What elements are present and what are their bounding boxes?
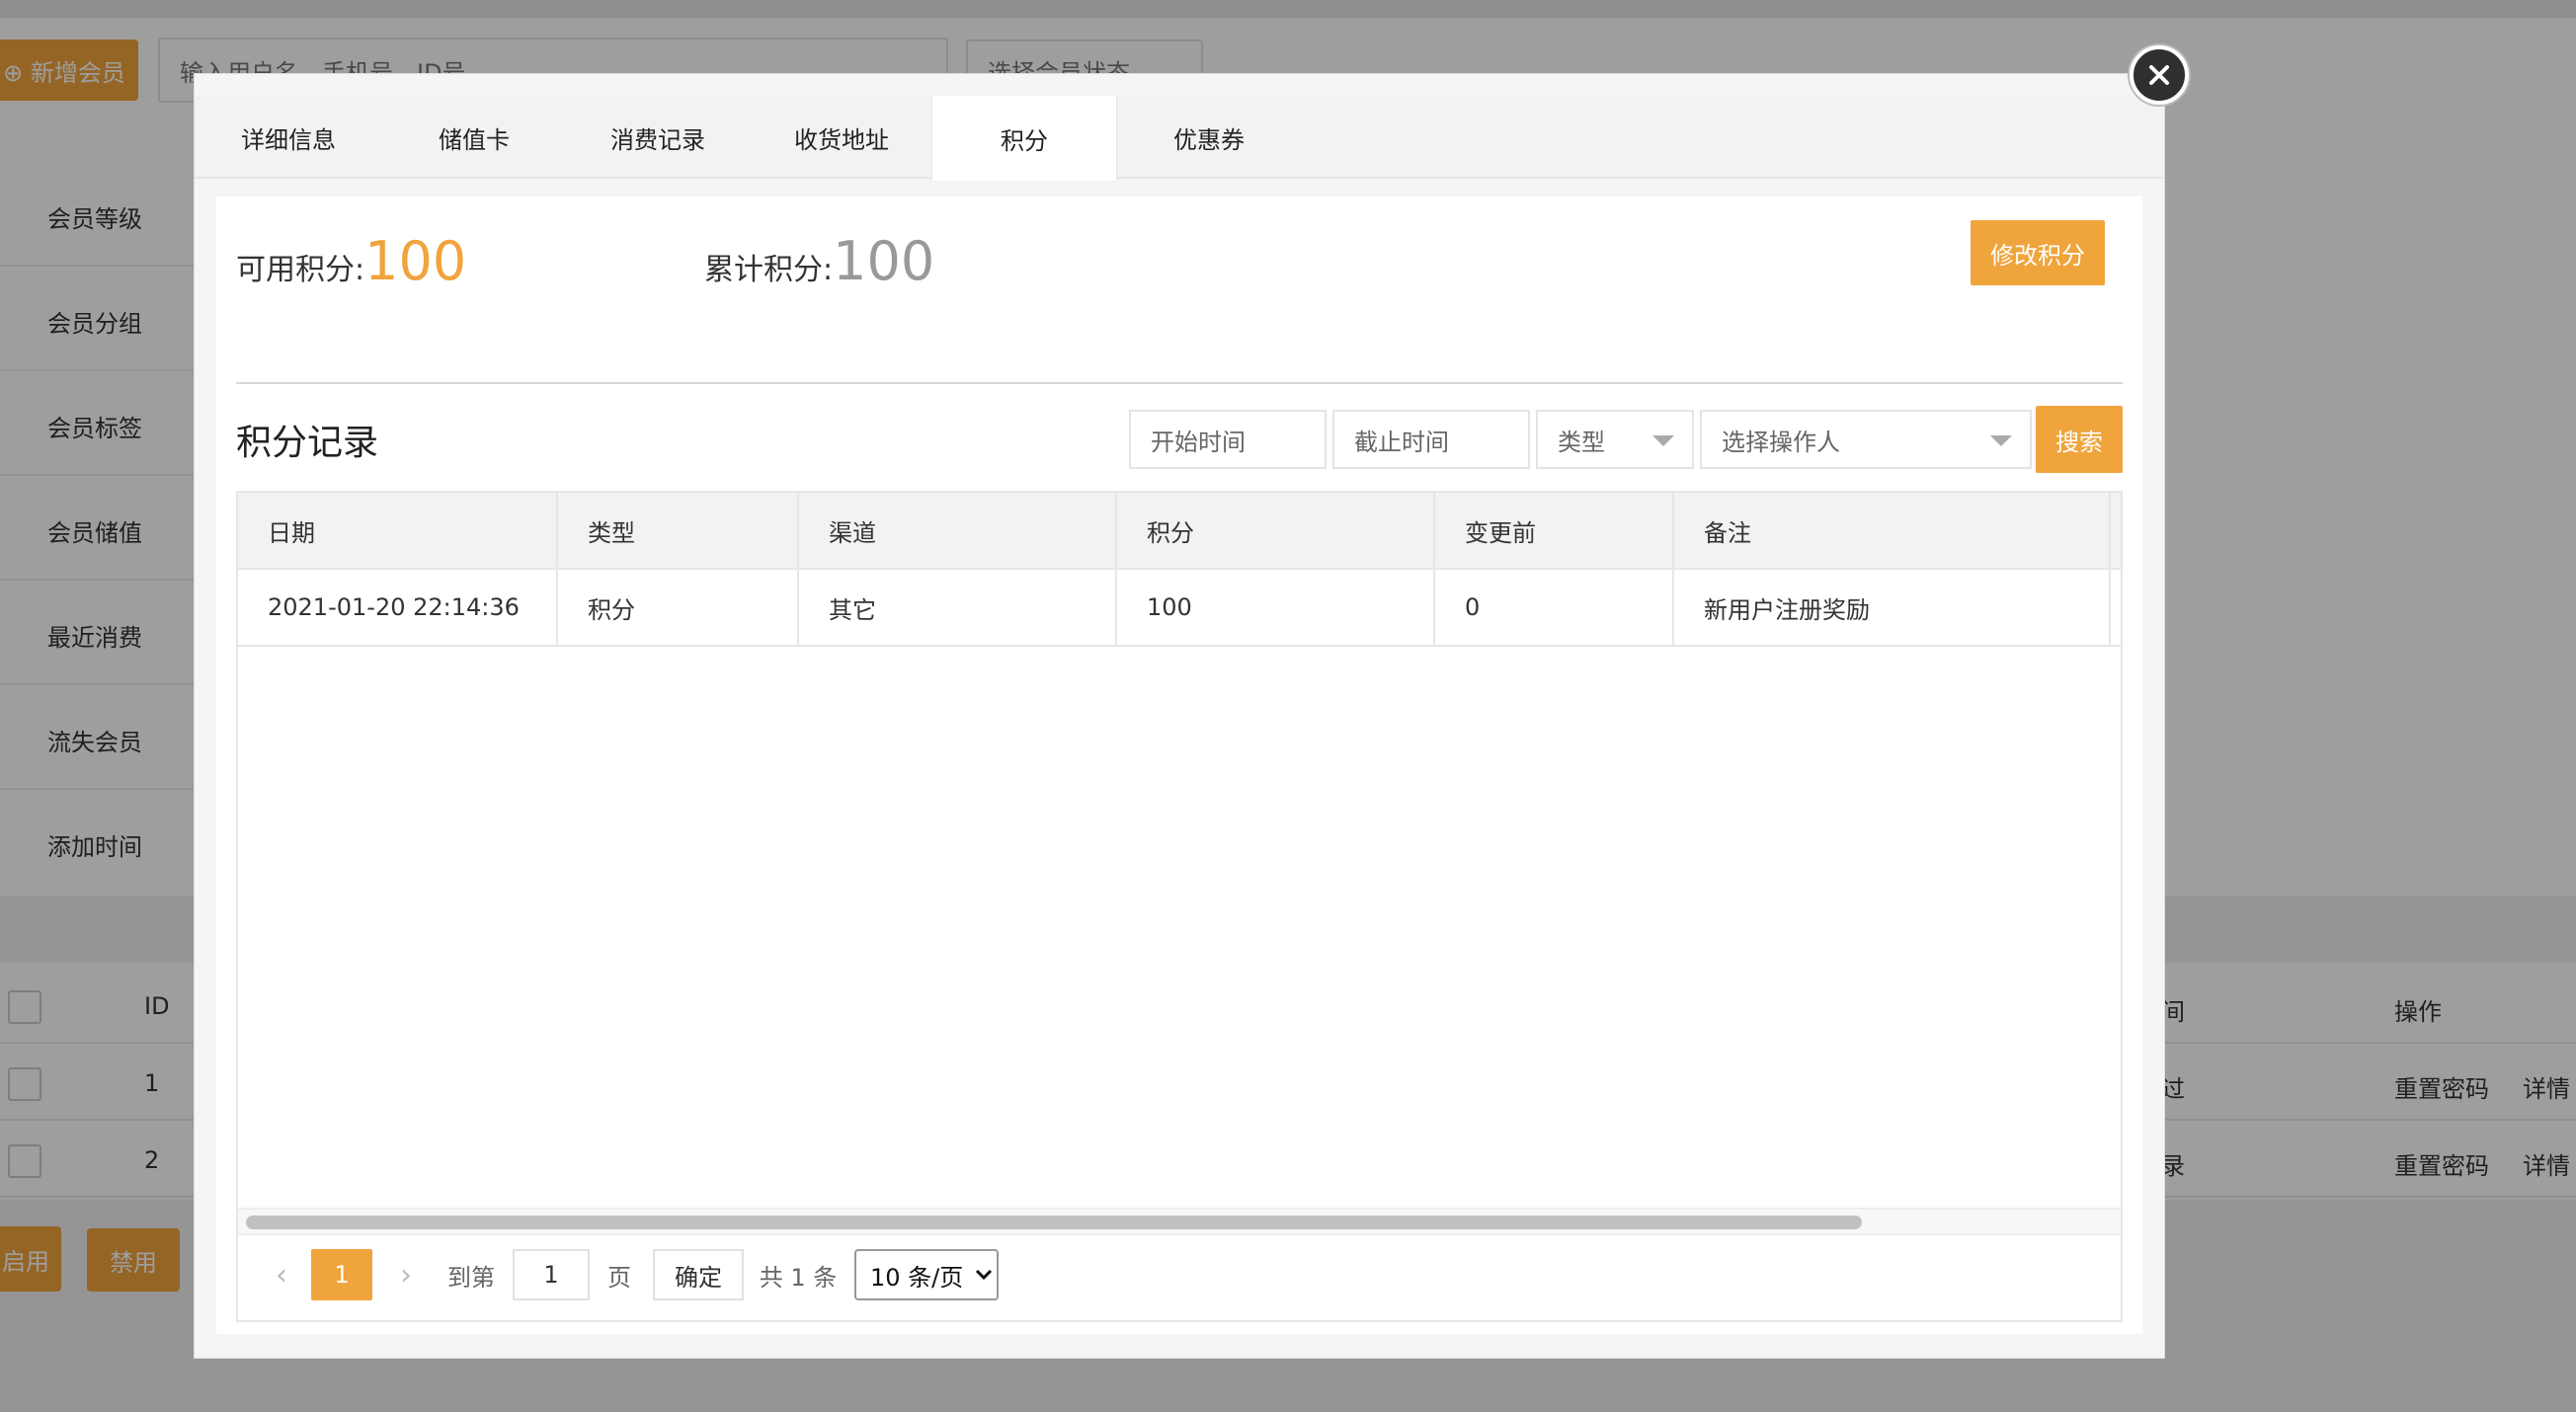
points-records-table: 日期 类型 渠道 积分 变更前 备注 2021-01-20 22:14:36 积… [236,491,2123,1322]
cell-type: 积分 [588,595,635,624]
page-size-select[interactable]: 10 条/页 [854,1249,999,1300]
pagination: ‹ 1 › 到第 1 页 确定 共 1 条 10 条/页 [238,1235,2121,1320]
cell-before-change: 0 [1465,593,1481,621]
header-type: 类型 [588,518,635,547]
tab-stored-value-card[interactable]: 储值卡 [382,96,566,179]
points-panel: 可用积分:100 累计积分:100 修改积分 积分记录 开始时间 截止时间 类型… [216,196,2142,1334]
horizontal-scrollbar[interactable] [238,1208,2121,1235]
column-divider [2109,570,2111,645]
total-points-label: 累计积分: [704,253,834,287]
header-remark: 备注 [1704,518,1751,547]
table-header-row: 日期 类型 渠道 积分 变更前 备注 [238,493,2121,570]
total-count-label: 共 1 条 [759,1263,838,1292]
close-icon[interactable] [2130,45,2189,105]
header-channel: 渠道 [829,518,876,547]
chevron-down-icon [1990,435,2012,446]
available-points-label: 可用积分: [236,253,365,287]
goto-label: 到第 [447,1263,495,1292]
tab-detail-info[interactable]: 详细信息 [195,96,382,179]
goto-page-input[interactable]: 1 [513,1249,590,1300]
prev-page-icon[interactable]: ‹ [262,1249,301,1300]
header-points: 积分 [1147,518,1194,547]
type-select-label: 类型 [1558,428,1605,456]
available-points: 可用积分:100 [236,230,466,292]
tab-consumption-records[interactable]: 消费记录 [566,96,750,179]
modify-points-button[interactable]: 修改积分 [1971,220,2105,285]
available-points-value: 100 [364,230,467,292]
points-divider [236,382,2123,384]
end-time-input[interactable]: 截止时间 [1332,410,1530,469]
type-select[interactable]: 类型 [1536,410,1694,469]
cell-remark: 新用户注册奖励 [1704,595,1870,624]
tab-shipping-address[interactable]: 收货地址 [750,96,933,179]
cell-points: 100 [1147,593,1192,621]
chevron-down-icon [976,1269,993,1281]
operator-select-label: 选择操作人 [1722,428,1840,456]
cell-date: 2021-01-20 22:14:36 [268,593,520,621]
operator-select[interactable]: 选择操作人 [1700,410,2032,469]
page-unit-label: 页 [607,1263,631,1292]
goto-confirm-button[interactable]: 确定 [653,1249,744,1300]
search-button[interactable]: 搜索 [2036,406,2123,473]
scrollbar-thumb[interactable] [246,1216,1862,1229]
column-divider [2109,493,2111,568]
next-page-icon[interactable]: › [386,1249,426,1300]
tab-points[interactable]: 积分 [931,96,1117,181]
page-size-label: 10 条/页 [870,1263,964,1292]
header-before-change: 变更前 [1465,518,1536,547]
chevron-down-icon [1652,435,1674,446]
total-points-value: 100 [833,230,935,292]
cell-channel: 其它 [829,595,876,624]
modal-tab-bar: 详细信息 储值卡 消费记录 收货地址 积分 优惠券 [195,96,2164,181]
tab-coupons[interactable]: 优惠券 [1117,96,1301,179]
start-time-input[interactable]: 开始时间 [1129,410,1327,469]
table-row: 2021-01-20 22:14:36 积分 其它 100 0 新用户注册奖励 [238,570,2121,647]
page-1-button[interactable]: 1 [311,1249,372,1300]
total-points: 累计积分:100 [704,230,934,292]
points-records-title: 积分记录 [236,423,379,463]
member-detail-modal: 详细信息 储值卡 消费记录 收货地址 积分 优惠券 可用积分:100 累计积分:… [194,73,2165,1359]
header-date: 日期 [268,518,315,547]
